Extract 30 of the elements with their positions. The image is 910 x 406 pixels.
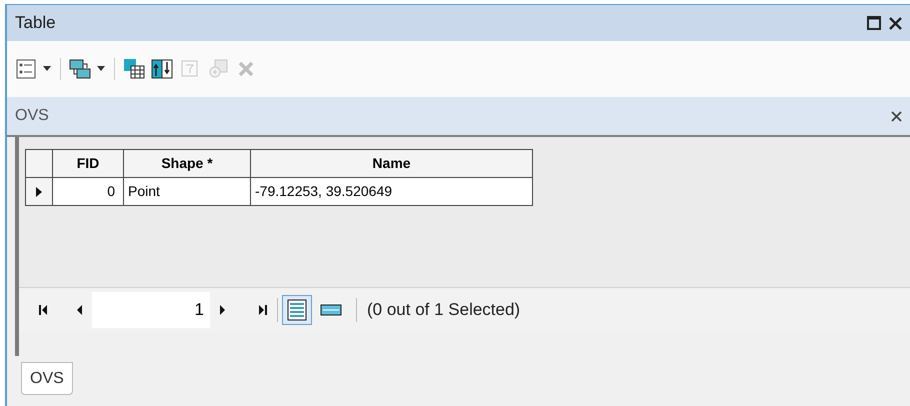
column-header[interactable]: Shape * bbox=[124, 150, 250, 178]
caret-icon[interactable] bbox=[97, 66, 106, 72]
table-cell: Point bbox=[124, 178, 250, 206]
row-selector-header bbox=[26, 150, 52, 178]
swap-icon[interactable] bbox=[151, 58, 173, 80]
table-cell: -79.12253, 39.520649 bbox=[250, 178, 532, 206]
current-row-icon bbox=[36, 187, 42, 198]
previous-record-icon[interactable] bbox=[77, 305, 82, 315]
maximize-icon[interactable] bbox=[867, 16, 881, 30]
column-header[interactable]: Name bbox=[250, 150, 532, 178]
caret-icon[interactable] bbox=[43, 66, 52, 72]
close-icon[interactable] bbox=[889, 16, 902, 30]
selection-status: (0 out of 1 Selected) bbox=[367, 299, 520, 322]
show-all-records-button[interactable] bbox=[282, 295, 312, 325]
table-select-icon[interactable] bbox=[123, 58, 145, 80]
row-selector[interactable] bbox=[26, 178, 52, 206]
list-view-icon bbox=[287, 299, 307, 321]
column-header[interactable]: FID bbox=[52, 150, 124, 178]
list-icon[interactable] bbox=[15, 58, 37, 80]
first-record-icon[interactable] bbox=[39, 305, 47, 315]
single-row-icon bbox=[320, 304, 342, 316]
window-title: Table bbox=[15, 12, 56, 34]
close-icon[interactable] bbox=[891, 110, 902, 122]
next-record-icon[interactable] bbox=[220, 305, 225, 315]
record-field[interactable]: 1 bbox=[92, 292, 210, 328]
table-cell: 0 bbox=[52, 178, 124, 206]
table-title: OVS bbox=[15, 106, 49, 126]
table-tab[interactable]: OVS bbox=[21, 362, 73, 395]
linked-tables-icon[interactable] bbox=[69, 58, 91, 80]
last-record-icon[interactable] bbox=[259, 305, 267, 315]
